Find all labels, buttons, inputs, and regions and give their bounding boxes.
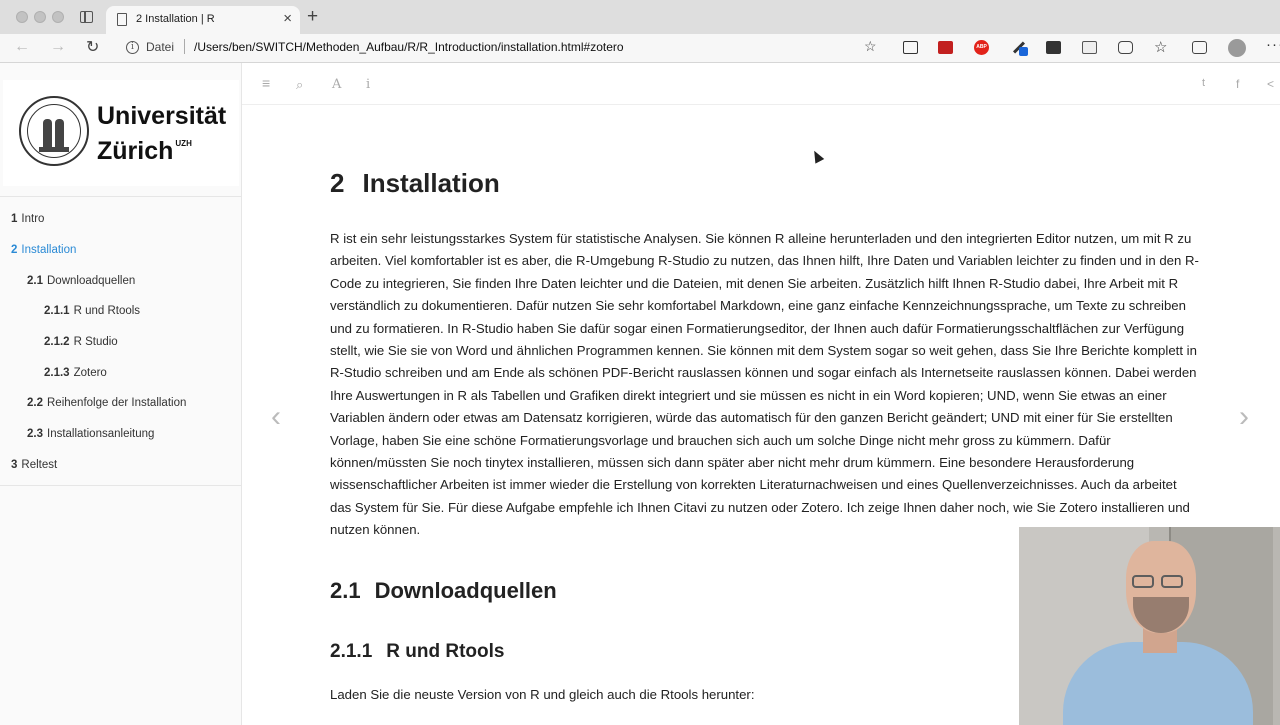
- extensions-icon[interactable]: [1118, 41, 1133, 54]
- logo-city-text: Zürich: [97, 137, 174, 165]
- toc-label: Intro: [21, 213, 45, 225]
- tab-overview-icon[interactable]: [80, 11, 93, 23]
- dark-extension-icon[interactable]: [1046, 41, 1061, 54]
- toc-num: 2.2: [27, 397, 43, 409]
- twitter-icon[interactable]: t: [1202, 77, 1205, 89]
- logo-university-name: Universität: [97, 102, 227, 130]
- adblock-extension-icon[interactable]: ABP: [974, 40, 989, 55]
- url-scheme: Datei: [146, 40, 175, 54]
- search-icon[interactable]: ⌕: [296, 77, 303, 93]
- url-text[interactable]: /Users/ben/SWITCH/Methoden_Aufbau/R/R_In…: [194, 40, 624, 54]
- pen-extension-icon[interactable]: [1011, 41, 1028, 56]
- profile-avatar[interactable]: [1228, 39, 1246, 57]
- toc-item-installation[interactable]: 2 Installation: [11, 244, 76, 256]
- uzh-seal-icon: [19, 96, 89, 166]
- url-separator: [184, 39, 185, 54]
- toc-num: 1: [11, 213, 18, 225]
- font-settings-icon[interactable]: A: [332, 77, 341, 92]
- info-icon[interactable]: i: [366, 77, 370, 92]
- toc-item-r-und-rtools[interactable]: 2.1.1 R und Rtools: [44, 305, 140, 317]
- new-tab-button[interactable]: +: [307, 6, 318, 28]
- close-window-button[interactable]: [16, 11, 28, 23]
- toc-num: 2.3: [27, 428, 43, 440]
- browser-tab-active[interactable]: 2 Installation | R ×: [106, 6, 300, 34]
- toc-label: R und Rtools: [73, 305, 141, 317]
- document-extension-icon[interactable]: [1082, 41, 1097, 54]
- facebook-icon[interactable]: f: [1236, 77, 1239, 91]
- back-button[interactable]: ←: [14, 38, 30, 56]
- toggle-sidebar-icon[interactable]: ≡: [262, 75, 270, 91]
- toc-label: Reihenfolge der Installation: [47, 397, 187, 409]
- toc-num: 2.1.1: [44, 305, 70, 317]
- toc-item-zotero[interactable]: 2.1.3 Zotero: [44, 367, 107, 379]
- book-toolbar: ≡ ⌕ A i t f <: [242, 63, 1280, 105]
- chapter-number: 2: [330, 168, 345, 198]
- mail-extension-icon[interactable]: [903, 41, 918, 54]
- toc-label: R Studio: [73, 336, 118, 348]
- next-page-arrow[interactable]: ›: [1239, 400, 1249, 434]
- chapter-title-text: Installation: [362, 168, 500, 198]
- add-favorite-icon[interactable]: ☆: [864, 38, 877, 55]
- mouse-cursor-icon: [809, 148, 825, 164]
- section-number: 2.1: [330, 578, 361, 603]
- toc-num: 3: [11, 459, 18, 471]
- toc-label: Zotero: [73, 367, 107, 379]
- toc-item-installationsanleitung[interactable]: 2.3 Installationsanleitung: [27, 428, 154, 440]
- forward-button[interactable]: →: [50, 38, 66, 56]
- tab-close-button[interactable]: ×: [283, 10, 292, 27]
- subsection-number: 2.1.1: [330, 641, 373, 662]
- logo-uzh-sup: UZH: [175, 139, 192, 148]
- more-menu-icon[interactable]: ···: [1266, 36, 1280, 53]
- info-icon[interactable]: i: [126, 41, 139, 54]
- toc-label: Reltest: [21, 459, 58, 471]
- toc-num: 2: [11, 244, 18, 256]
- subsection-heading: 2.1.1 R und Rtools: [330, 641, 504, 663]
- document-icon: [117, 13, 127, 26]
- sidebar: Universität Zürich UZH 1 Intro 2 Installati…: [0, 63, 242, 725]
- download-paragraph: Laden Sie die neuste Version von R und g…: [330, 687, 755, 702]
- toc-item-intro[interactable]: 1 Intro: [11, 213, 44, 225]
- subsection-title-text: R und Rtools: [386, 641, 505, 662]
- lastpass-extension-icon[interactable]: [938, 41, 953, 54]
- address-bar: ← → ↻ i Datei /Users/ben/SWITCH/Methoden…: [0, 34, 1280, 63]
- toc-item-r-studio[interactable]: 2.1.2 R Studio: [44, 336, 118, 348]
- reload-button[interactable]: ↻: [86, 37, 99, 57]
- minimize-window-button[interactable]: [34, 11, 46, 23]
- toc-item-downloadquellen[interactable]: 2.1 Downloadquellen: [27, 275, 135, 287]
- toc-item-reihenfolge[interactable]: 2.2 Reihenfolge der Installation: [27, 397, 186, 409]
- toc-num: 2.1.3: [44, 367, 70, 379]
- collections-icon[interactable]: [1192, 41, 1207, 54]
- share-icon[interactable]: <: [1267, 77, 1274, 91]
- zoom-window-button[interactable]: [52, 11, 64, 23]
- previous-page-arrow[interactable]: ‹: [271, 400, 281, 434]
- intro-paragraph: R ist ein sehr leistungsstarkes System f…: [330, 231, 1199, 538]
- toc-label: Downloadquellen: [47, 275, 136, 287]
- favorites-icon[interactable]: ☆: [1154, 38, 1167, 56]
- logo-city-name: Zürich UZH: [97, 130, 192, 165]
- section-title-text: Downloadquellen: [374, 578, 557, 603]
- webcam-overlay: [1019, 527, 1280, 725]
- chapter-title: 2 Installation: [330, 168, 500, 199]
- tab-title: 2 Installation | R: [136, 13, 215, 25]
- url-field[interactable]: i Datei /Users/ben/SWITCH/Methoden_Aufba…: [116, 36, 886, 60]
- sidebar-divider: [0, 196, 242, 197]
- toc-num: 2.1.2: [44, 336, 70, 348]
- toc-num: 2.1: [27, 275, 43, 287]
- toc-item-reltest[interactable]: 3 Reltest: [11, 459, 57, 471]
- section-heading: 2.1 Downloadquellen: [330, 578, 557, 604]
- browser-tab-bar: 2 Installation | R × +: [0, 0, 1280, 34]
- toc-label: Installation: [21, 244, 77, 256]
- university-logo[interactable]: Universität Zürich UZH: [3, 80, 239, 186]
- toc-label: Installationsanleitung: [47, 428, 155, 440]
- sidebar-divider: [0, 485, 242, 486]
